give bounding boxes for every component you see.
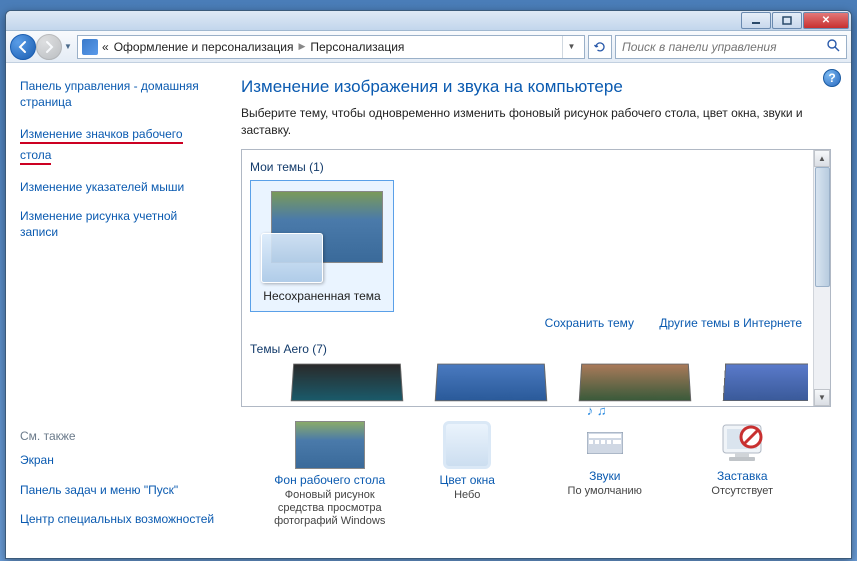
sounds-button[interactable]: ♪ ♫ Звуки По умолчанию [540, 421, 670, 529]
window-color-title: Цвет окна [402, 473, 532, 487]
navbar: ▼ « Оформление и персонализация ▶ Персон… [6, 31, 851, 63]
sounds-title: Звуки [540, 469, 670, 483]
search-icon[interactable] [826, 38, 840, 55]
titlebar: ✕ [6, 11, 851, 31]
wallpaper-icon [295, 421, 365, 469]
screensaver-button[interactable]: Заставка Отсутствует [677, 421, 807, 529]
sidebar-link-account-picture[interactable]: Изменение рисунка учетной записи [20, 209, 217, 240]
my-themes-label: Мои темы (1) [250, 160, 808, 174]
sounds-icon: ♪ ♫ [577, 421, 633, 465]
scrollbar[interactable]: ▲ ▼ [813, 150, 830, 406]
nav-history-dropdown[interactable]: ▼ [62, 37, 74, 57]
search-input[interactable] [622, 40, 826, 54]
see-also-taskbar[interactable]: Панель задач и меню "Пуск" [20, 483, 217, 499]
page-subtitle: Выберите тему, чтобы одновременно измени… [241, 105, 831, 139]
theme-thumbnail [261, 191, 383, 283]
minimize-button[interactable] [741, 12, 771, 29]
window-color-icon [443, 421, 491, 469]
address-bar[interactable]: « Оформление и персонализация ▶ Персонал… [77, 35, 585, 59]
desktop-background-button[interactable]: Фон рабочего стола Фоновый рисунок средс… [265, 421, 395, 529]
screensaver-subtitle: Отсутствует [677, 485, 807, 498]
save-theme-link[interactable]: Сохранить тему [545, 316, 634, 330]
sidebar-link-home[interactable]: Панель управления - домашняя страница [20, 79, 217, 110]
scroll-thumb[interactable] [815, 167, 830, 287]
settings-row: Фон рабочего стола Фоновый рисунок средс… [241, 421, 831, 529]
control-panel-icon [82, 39, 98, 55]
breadcrumb-part-2[interactable]: Персонализация [310, 40, 404, 54]
scroll-down-button[interactable]: ▼ [814, 389, 830, 406]
aero-themes-label: Темы Aero (7) [250, 342, 808, 356]
see-also-display[interactable]: Экран [20, 453, 217, 469]
help-icon[interactable]: ? [823, 69, 841, 87]
aero-theme-2[interactable] [435, 363, 548, 401]
other-themes-link[interactable]: Другие темы в Интернете [659, 316, 802, 330]
theme-label: Несохраненная тема [255, 285, 389, 307]
breadcrumb-separator: ▶ [298, 41, 305, 52]
main-content: Изменение изображения и звука на компьют… [231, 63, 851, 558]
close-button[interactable]: ✕ [803, 12, 849, 29]
screensaver-icon [714, 421, 770, 465]
aero-theme-1[interactable] [291, 363, 404, 401]
theme-item-unsaved[interactable]: Несохраненная тема [250, 180, 394, 312]
screensaver-title: Заставка [677, 469, 807, 483]
wallpaper-title: Фон рабочего стола [265, 473, 395, 487]
breadcrumb-chevron[interactable]: « [102, 40, 109, 54]
window-color-button[interactable]: Цвет окна Небо [402, 421, 532, 529]
sounds-subtitle: По умолчанию [540, 485, 670, 498]
refresh-button[interactable] [588, 35, 612, 59]
see-also-title: См. также [20, 429, 217, 443]
themes-area: Мои темы (1) Несохраненная тема Сохранит… [241, 149, 831, 407]
aero-theme-4[interactable] [723, 363, 808, 401]
address-dropdown[interactable]: ▼ [562, 36, 580, 58]
sidebar: Панель управления - домашняя страница Из… [6, 63, 231, 558]
breadcrumb: « Оформление и персонализация ▶ Персонал… [102, 40, 558, 54]
nav-forward-button[interactable] [36, 34, 62, 60]
wallpaper-subtitle: Фоновый рисунок средства просмотра фотог… [265, 489, 395, 529]
maximize-button[interactable] [772, 12, 802, 29]
personalization-window: ✕ ▼ « Оформление и персонализация ▶ Перс… [5, 10, 852, 559]
window-color-subtitle: Небо [402, 489, 532, 502]
search-bar[interactable] [615, 35, 847, 59]
nav-back-button[interactable] [10, 34, 36, 60]
aero-theme-3[interactable] [579, 363, 692, 401]
breadcrumb-part-1[interactable]: Оформление и персонализация [114, 40, 294, 54]
see-also-ease-of-access[interactable]: Центр специальных возможностей [20, 512, 217, 528]
page-title: Изменение изображения и звука на компьют… [241, 77, 831, 97]
sidebar-link-desktop-icons[interactable]: Изменение значков рабочего стола [20, 127, 183, 165]
sidebar-link-mouse-pointers[interactable]: Изменение указателей мыши [20, 180, 217, 196]
scroll-up-button[interactable]: ▲ [814, 150, 830, 167]
